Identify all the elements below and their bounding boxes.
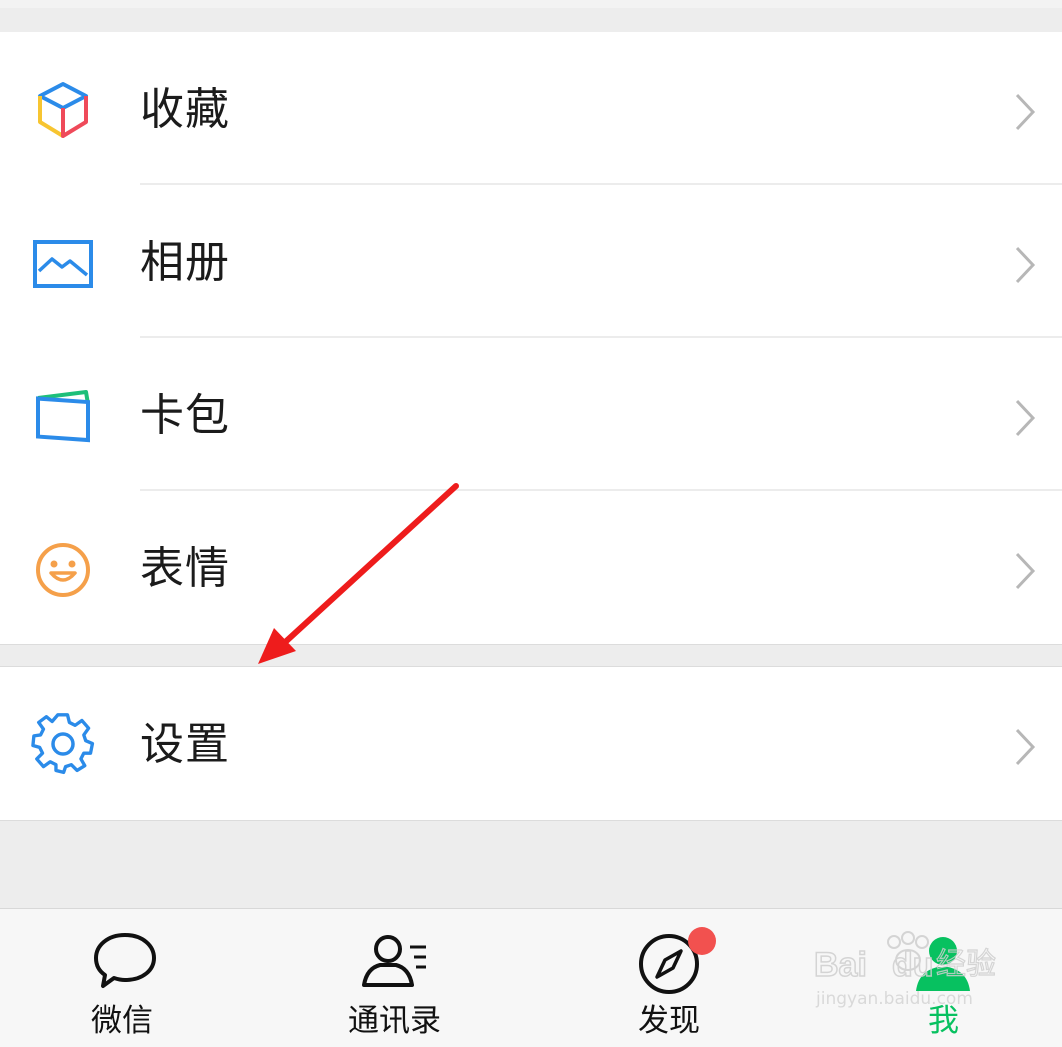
tab-label: 微信 bbox=[91, 1003, 153, 1039]
svg-text:Bai: Bai bbox=[814, 946, 867, 984]
chevron-right-icon bbox=[1015, 93, 1036, 131]
menu-item-album[interactable]: 相册 bbox=[0, 185, 1062, 338]
menu-item-label: 表情 bbox=[140, 543, 230, 594]
gear-icon bbox=[30, 711, 96, 777]
menu-item-card-wallet[interactable]: 卡包 bbox=[0, 338, 1062, 491]
tab-label: 通讯录 bbox=[348, 1003, 441, 1039]
svg-text:经验: 经验 bbox=[936, 947, 996, 982]
svg-text:jingyan.baidu.com: jingyan.baidu.com bbox=[815, 989, 973, 1009]
card-wallet-icon bbox=[30, 384, 96, 450]
menu-group-main: 收藏 相册 卡包 表情 bbox=[0, 32, 1062, 645]
chevron-right-icon bbox=[1015, 399, 1036, 437]
menu-item-label: 相册 bbox=[140, 237, 230, 288]
contacts-icon bbox=[362, 935, 426, 987]
svg-text:du: du bbox=[892, 946, 934, 984]
baidu-jingyan-watermark: Bai du 经验 jingyan.baidu.com bbox=[813, 931, 997, 1009]
tab-contacts[interactable]: 通讯录 bbox=[330, 909, 470, 1047]
sticker-smile-icon bbox=[30, 537, 96, 603]
menu-item-label: 设置 bbox=[140, 719, 230, 770]
top-section-gap bbox=[0, 0, 1062, 32]
chat-bubble-icon bbox=[94, 933, 156, 988]
album-picture-icon bbox=[30, 231, 96, 297]
menu-item-label: 收藏 bbox=[140, 84, 230, 135]
menu-item-settings[interactable]: 设置 bbox=[0, 667, 1062, 820]
tab-label: 发现 bbox=[638, 1003, 700, 1039]
favorites-cube-icon bbox=[30, 78, 96, 144]
chevron-right-icon bbox=[1015, 246, 1036, 284]
menu-item-stickers[interactable]: 表情 bbox=[0, 491, 1062, 644]
chevron-right-icon bbox=[1015, 552, 1036, 590]
menu-group-settings: 设置 bbox=[0, 666, 1062, 821]
notification-badge bbox=[688, 927, 716, 955]
tab-wechat[interactable]: 微信 bbox=[60, 909, 190, 1047]
tab-discover[interactable]: 发现 bbox=[600, 909, 740, 1047]
chevron-right-icon bbox=[1015, 728, 1036, 766]
menu-item-label: 卡包 bbox=[140, 390, 230, 441]
menu-item-favorites[interactable]: 收藏 bbox=[0, 32, 1062, 185]
